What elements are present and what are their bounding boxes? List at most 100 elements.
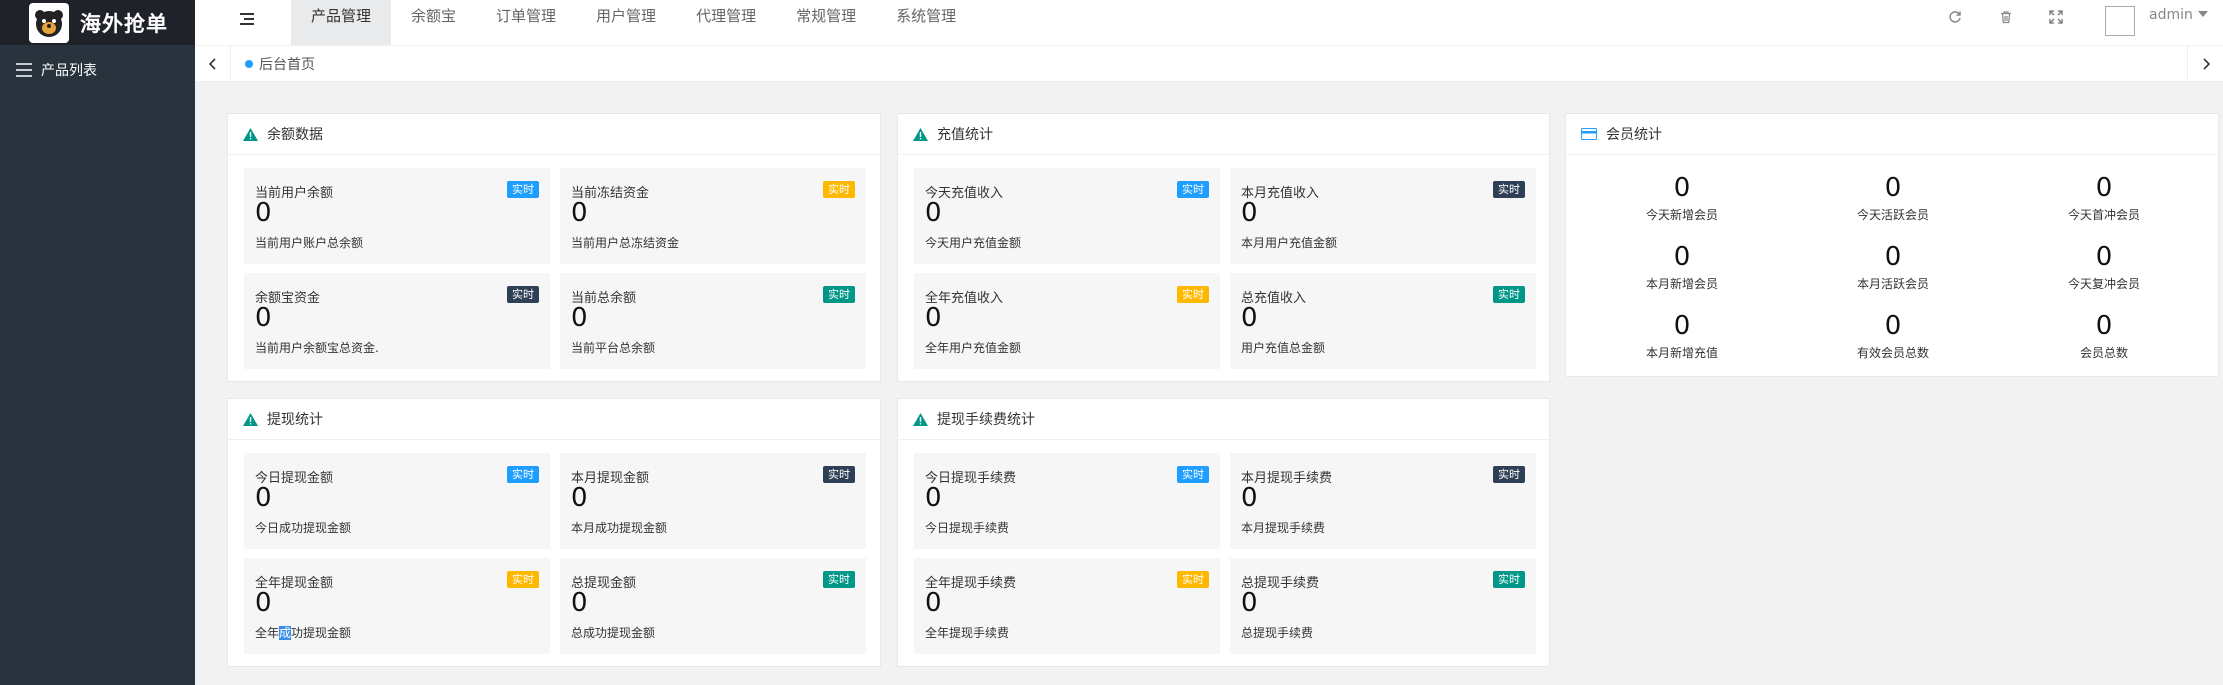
member-value: 0 bbox=[1673, 311, 1691, 341]
member-stat: 0 会员总数 bbox=[1999, 312, 2209, 361]
stat-desc: 今日提现手续费 bbox=[925, 521, 1010, 535]
member-stat: 0 有效会员总数 bbox=[1788, 312, 1998, 361]
stat-desc: 全年提现手续费 bbox=[925, 626, 1010, 640]
stat-card: 全年提现手续费 实时 0 全年提现手续费 bbox=[914, 558, 1220, 654]
user-menu[interactable]: admin bbox=[2149, 7, 2208, 23]
realtime-badge: 实时 bbox=[507, 571, 539, 588]
member-label: 今天新增会员 bbox=[1645, 208, 1718, 222]
trash-icon[interactable] bbox=[1999, 9, 2013, 24]
member-label: 本月新增充值 bbox=[1645, 346, 1718, 360]
tab-scroll-right-icon[interactable] bbox=[2187, 46, 2223, 82]
nav-yuebao[interactable]: 余额宝 bbox=[391, 0, 476, 45]
nav-agent-management[interactable]: 代理管理 bbox=[676, 0, 776, 45]
tab-scroll-left-icon[interactable] bbox=[195, 46, 231, 82]
stat-value: 0 bbox=[925, 483, 942, 513]
warning-icon bbox=[913, 127, 928, 141]
stat-desc: 当前用户余额宝总资金. bbox=[255, 341, 379, 355]
member-stat: 0 今天新增会员 bbox=[1577, 174, 1787, 223]
recharge-panel: 充值统计 今天充值收入 实时 0 今天用户充值金额 本月充值收入 实时 0 本月… bbox=[897, 113, 1550, 382]
realtime-badge: 实时 bbox=[1493, 286, 1525, 303]
stat-card: 全年充值收入 实时 0 全年用户充值金额 bbox=[914, 273, 1220, 369]
menu-toggle-icon[interactable] bbox=[240, 13, 254, 25]
stat-card: 余额宝资金 实时 0 当前用户余额宝总资金. bbox=[244, 273, 550, 369]
bear-logo-icon bbox=[35, 9, 63, 37]
stat-desc: 全年用户充值金额 bbox=[925, 341, 1022, 355]
panel-title: 余额数据 bbox=[267, 127, 323, 143]
realtime-badge: 实时 bbox=[1177, 286, 1209, 303]
nav-system-management[interactable]: 系统管理 bbox=[876, 0, 976, 45]
stat-card: 本月提现金额 实时 0 本月成功提现金额 bbox=[560, 453, 866, 549]
member-stat: 0 今天复冲会员 bbox=[1999, 243, 2209, 292]
desc-text: 功提现金额 bbox=[291, 626, 352, 640]
nav-product-management[interactable]: 产品管理 bbox=[291, 0, 392, 45]
stat-card: 总提现金额 实时 0 总成功提现金额 bbox=[560, 558, 866, 654]
member-stat: 0 本月新增会员 bbox=[1577, 243, 1787, 292]
member-value: 0 bbox=[2095, 173, 2113, 203]
stat-desc: 用户充值总金额 bbox=[1241, 341, 1326, 355]
active-dot-icon bbox=[245, 60, 253, 68]
stat-value: 0 bbox=[571, 303, 588, 333]
member-value: 0 bbox=[2095, 311, 2113, 341]
desc-text: 全年 bbox=[255, 626, 280, 640]
stat-value: 0 bbox=[571, 588, 588, 618]
stat-card: 今日提现手续费 实时 0 今日提现手续费 bbox=[914, 453, 1220, 549]
stat-value: 0 bbox=[1241, 198, 1258, 228]
member-label: 本月新增会员 bbox=[1645, 277, 1718, 291]
realtime-badge: 实时 bbox=[823, 571, 855, 588]
realtime-badge: 实时 bbox=[1493, 466, 1525, 483]
stat-value: 0 bbox=[255, 198, 272, 228]
stat-card: 今天充值收入 实时 0 今天用户充值金额 bbox=[914, 168, 1220, 264]
stat-desc: 今日成功提现金额 bbox=[255, 521, 352, 535]
username: admin bbox=[2149, 7, 2193, 23]
realtime-badge: 实时 bbox=[507, 286, 539, 303]
member-label: 有效会员总数 bbox=[1856, 346, 1929, 360]
stat-card: 全年提现金额 实时 0 全年成功提现金额 bbox=[244, 558, 550, 654]
stat-card: 本月提现手续费 实时 0 本月提现手续费 bbox=[1230, 453, 1536, 549]
fullscreen-icon[interactable] bbox=[2049, 9, 2063, 24]
balance-panel: 余额数据 当前用户余额 实时 0 当前用户账户总余额 当前冻结资金 实时 0 当… bbox=[227, 113, 881, 382]
realtime-badge: 实时 bbox=[823, 286, 855, 303]
stat-value: 0 bbox=[925, 588, 942, 618]
member-label: 今天活跃会员 bbox=[1856, 208, 1929, 222]
realtime-badge: 实时 bbox=[1177, 571, 1209, 588]
nav-general-management[interactable]: 常规管理 bbox=[776, 0, 876, 45]
member-label: 今天首冲会员 bbox=[2067, 208, 2140, 222]
sidebar-item-product-list[interactable]: 产品列表 bbox=[0, 45, 195, 95]
stat-card: 当前总余额 实时 0 当前平台总余额 bbox=[560, 273, 866, 369]
realtime-badge: 实时 bbox=[1177, 181, 1209, 198]
member-value: 0 bbox=[2095, 242, 2113, 272]
stat-value: 0 bbox=[571, 483, 588, 513]
nav-order-management[interactable]: 订单管理 bbox=[476, 0, 576, 45]
member-stat: 0 今天活跃会员 bbox=[1788, 174, 1998, 223]
stat-desc: 全年成功提现金额 bbox=[255, 624, 351, 641]
stat-value: 0 bbox=[255, 303, 272, 333]
panel-header: 充值统计 bbox=[898, 114, 1549, 155]
stat-desc: 总成功提现金额 bbox=[571, 626, 656, 640]
warning-icon bbox=[243, 412, 258, 426]
sidebar-item-label: 产品列表 bbox=[41, 63, 97, 79]
logo-bar[interactable]: 海外抢单 bbox=[0, 0, 195, 45]
tab-home[interactable]: 后台首页 bbox=[245, 46, 315, 82]
panel-header: 提现统计 bbox=[228, 399, 880, 440]
stat-card: 当前冻结资金 实时 0 当前用户总冻结资金 bbox=[560, 168, 866, 264]
member-label: 本月活跃会员 bbox=[1856, 277, 1929, 291]
stat-value: 0 bbox=[925, 303, 942, 333]
member-label: 今天复冲会员 bbox=[2067, 277, 2140, 291]
stat-desc: 当前平台总余额 bbox=[571, 341, 656, 355]
realtime-badge: 实时 bbox=[507, 181, 539, 198]
sidebar: 海外抢单 产品列表 bbox=[0, 0, 195, 685]
avatar[interactable] bbox=[2105, 6, 2135, 36]
top-header: 产品管理 余额宝 订单管理 用户管理 代理管理 常规管理 系统管理 admin bbox=[195, 0, 2223, 45]
selected-text: 成 bbox=[279, 626, 292, 640]
refresh-icon[interactable] bbox=[1948, 9, 1962, 23]
nav-user-management[interactable]: 用户管理 bbox=[576, 0, 676, 45]
stat-value: 0 bbox=[255, 483, 272, 513]
stat-card: 当前用户余额 实时 0 当前用户账户总余额 bbox=[244, 168, 550, 264]
stat-card: 今日提现金额 实时 0 今日成功提现金额 bbox=[244, 453, 550, 549]
member-stat: 0 本月活跃会员 bbox=[1788, 243, 1998, 292]
member-value: 0 bbox=[1673, 242, 1691, 272]
stat-desc: 本月成功提现金额 bbox=[571, 521, 668, 535]
stat-value: 0 bbox=[925, 198, 942, 228]
fee-panel: 提现手续费统计 今日提现手续费 实时 0 今日提现手续费 本月提现手续费 实时 … bbox=[897, 398, 1550, 667]
realtime-badge: 实时 bbox=[1493, 181, 1525, 198]
